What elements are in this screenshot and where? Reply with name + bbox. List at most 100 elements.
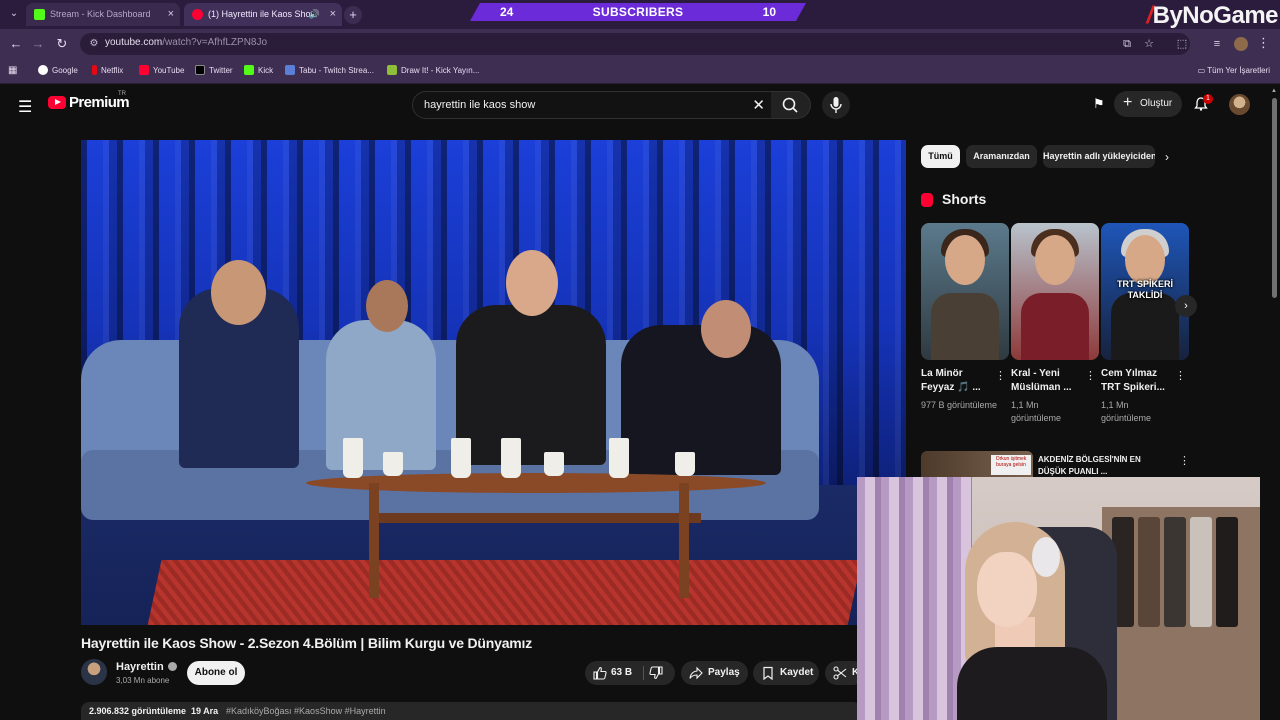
scroll-up-arrow-icon[interactable]: ▲ [1271, 88, 1277, 94]
video-frame-table-leg [679, 483, 689, 598]
webcam-clothing [1138, 517, 1160, 627]
bookmark-label: Netflix [101, 66, 124, 75]
bookmark-label: Google [52, 66, 78, 75]
tab-kick-dashboard[interactable]: Stream - Kick Dashboard × [26, 3, 180, 26]
share-button[interactable]: Paylaş [681, 661, 748, 685]
channel-name-text: Hayrettin [116, 661, 164, 673]
microphone-icon [830, 97, 842, 113]
share-label: Paylaş [708, 667, 740, 678]
site-info-icon[interactable]: ⚙ [87, 37, 101, 51]
bookmark-netflix[interactable]: Netflix [92, 64, 123, 78]
search-button[interactable] [771, 91, 811, 119]
short-title[interactable]: Cem Yılmaz TRT Spikeri... [1101, 367, 1171, 395]
media-controls-icon[interactable]: ≡ [1210, 37, 1224, 51]
all-bookmarks-folder[interactable]: ▭ Tüm Yer İşaretleri [1198, 64, 1270, 78]
install-app-icon[interactable]: ⧉ [1120, 37, 1134, 51]
shorts-next-chevron-icon[interactable]: › [1175, 295, 1197, 317]
apps-grid-icon[interactable]: ▦ [8, 65, 19, 76]
thumbnail-figure [1035, 235, 1075, 285]
subscriber-goal-banner: 24 SUBSCRIBERS 10 [470, 3, 806, 21]
bookmark-label: Tabu - Twitch Strea... [299, 66, 374, 75]
bookmark-youtube[interactable]: YouTube [139, 64, 184, 78]
more-options-icon[interactable]: ⋮ [1179, 454, 1190, 467]
save-button[interactable]: Kaydet [753, 661, 819, 685]
voice-search-button[interactable] [822, 91, 850, 119]
bookmark-twitter[interactable]: Twitter [195, 64, 233, 78]
browser-menu-icon[interactable]: ⋮ [1257, 35, 1270, 51]
chip-from-search[interactable]: Aramanızdan [966, 145, 1037, 168]
clear-search-icon[interactable]: ✕ [752, 96, 765, 114]
reload-icon[interactable]: ↻ [54, 36, 70, 52]
forward-arrow-icon[interactable]: → [30, 36, 46, 52]
video-frame-head [506, 250, 558, 316]
channel-avatar[interactable] [81, 659, 107, 685]
chips-next-chevron-icon[interactable]: › [1165, 150, 1169, 164]
new-tab-button[interactable]: + [344, 6, 362, 24]
short-views: 1,1 Mn görüntüleme [1101, 400, 1152, 423]
scrollbar-thumb[interactable] [1272, 98, 1277, 298]
speaker-icon[interactable]: 🔊 [309, 3, 320, 26]
bookmark-drawit[interactable]: Draw It! - Kick Yayın... [387, 64, 479, 78]
logo-text: ByNoGame [1152, 2, 1279, 29]
short-title[interactable]: La Minör Feyyaz 🎵 ... [921, 367, 991, 395]
bookmark-google[interactable]: Google [38, 64, 78, 78]
dislike-button[interactable] [649, 666, 663, 680]
video-player[interactable] [81, 140, 906, 625]
thumbnail-figure [945, 235, 985, 285]
menu-icon[interactable]: ☰ [18, 97, 32, 117]
bookmark-tabu[interactable]: Tabu - Twitch Strea... [285, 64, 374, 78]
x-icon [195, 65, 205, 75]
channel-name[interactable]: Hayrettin [116, 661, 177, 673]
notification-badge: 1 [1203, 94, 1213, 104]
tab-youtube-video[interactable]: (1) Hayrettin ile Kaos Show 🔊 × [184, 3, 342, 26]
video-frame-head [366, 280, 408, 332]
account-avatar[interactable] [1229, 94, 1250, 115]
address-bar[interactable]: ⚙ youtube.com/watch?v=AfhfLZPN8Jo ⧉ ☆ [80, 33, 1190, 55]
bookmark-icon [761, 666, 775, 681]
back-arrow-icon[interactable]: ← [8, 36, 24, 52]
bookmark-star-icon[interactable]: ☆ [1142, 37, 1156, 51]
more-options-icon[interactable]: ⋮ [1175, 369, 1186, 382]
short-thumbnail[interactable]: TRT SPİKERİ TAKLİDİ [1101, 223, 1189, 360]
thumbnail-figure [931, 293, 999, 360]
chip-from-uploader[interactable]: Hayrettin adlı yükleyiciden [1043, 145, 1155, 168]
more-options-icon[interactable]: ⋮ [1085, 369, 1096, 382]
subscribe-button[interactable]: Abone ol [187, 661, 245, 685]
thumbnail-figure [1111, 293, 1179, 360]
short-thumbnail[interactable] [921, 223, 1009, 360]
video-frame-cup [343, 438, 363, 478]
extensions-icon[interactable]: ⬚ [1175, 37, 1189, 51]
scissors-icon [833, 666, 847, 680]
cast-icon[interactable]: ⚑ [1093, 96, 1109, 112]
close-icon[interactable]: × [330, 3, 336, 26]
more-options-icon[interactable]: ⋮ [995, 369, 1006, 382]
hashtags[interactable]: #KadıköyBoğası #KaosShow #Hayrettin [226, 702, 386, 720]
logo-region: TR [118, 91, 126, 97]
like-button[interactable] [593, 666, 607, 680]
create-label: Oluştur [1140, 98, 1173, 109]
verified-icon [167, 662, 177, 671]
recommended-title[interactable]: AKDENİZ BÖLGESİ'NİN EN DÜŞÜK PUANLI ... [1038, 454, 1168, 478]
short-thumbnail[interactable] [1011, 223, 1099, 360]
bookmarks-bar: ▦ Google Netflix YouTube Twitter Kick Ta… [0, 59, 1280, 84]
chip-all[interactable]: Tümü [921, 145, 960, 168]
video-frame-cup [383, 452, 403, 476]
like-dislike-pill: 63 B [585, 661, 675, 685]
page-scrollbar[interactable]: ▲ [1270, 88, 1278, 304]
drawit-icon [387, 65, 397, 75]
tab-label: Stream - Kick Dashboard [50, 9, 150, 19]
search-input[interactable]: hayrettin ile kaos show ✕ [412, 91, 772, 119]
short-views: 977 B görüntüleme [921, 400, 998, 410]
video-frame-cup [544, 452, 564, 476]
close-icon[interactable]: × [168, 3, 174, 26]
short-title[interactable]: Kral - Yeni Müslüman ... [1011, 367, 1081, 395]
webcam-clothes-rack [1102, 507, 1260, 720]
youtube-icon [192, 9, 203, 20]
video-frame-person [621, 325, 781, 475]
tab-search-chevron-icon[interactable]: ⌄ [6, 6, 22, 22]
shorts-icon [921, 193, 933, 207]
description-box[interactable]: 2.906.832 görüntüleme 19 Ara #KadıköyBoğ… [81, 702, 861, 720]
browser-profile-avatar[interactable] [1234, 37, 1248, 51]
bookmark-kick[interactable]: Kick [244, 64, 273, 78]
create-button[interactable]: + Oluştur [1114, 91, 1182, 117]
